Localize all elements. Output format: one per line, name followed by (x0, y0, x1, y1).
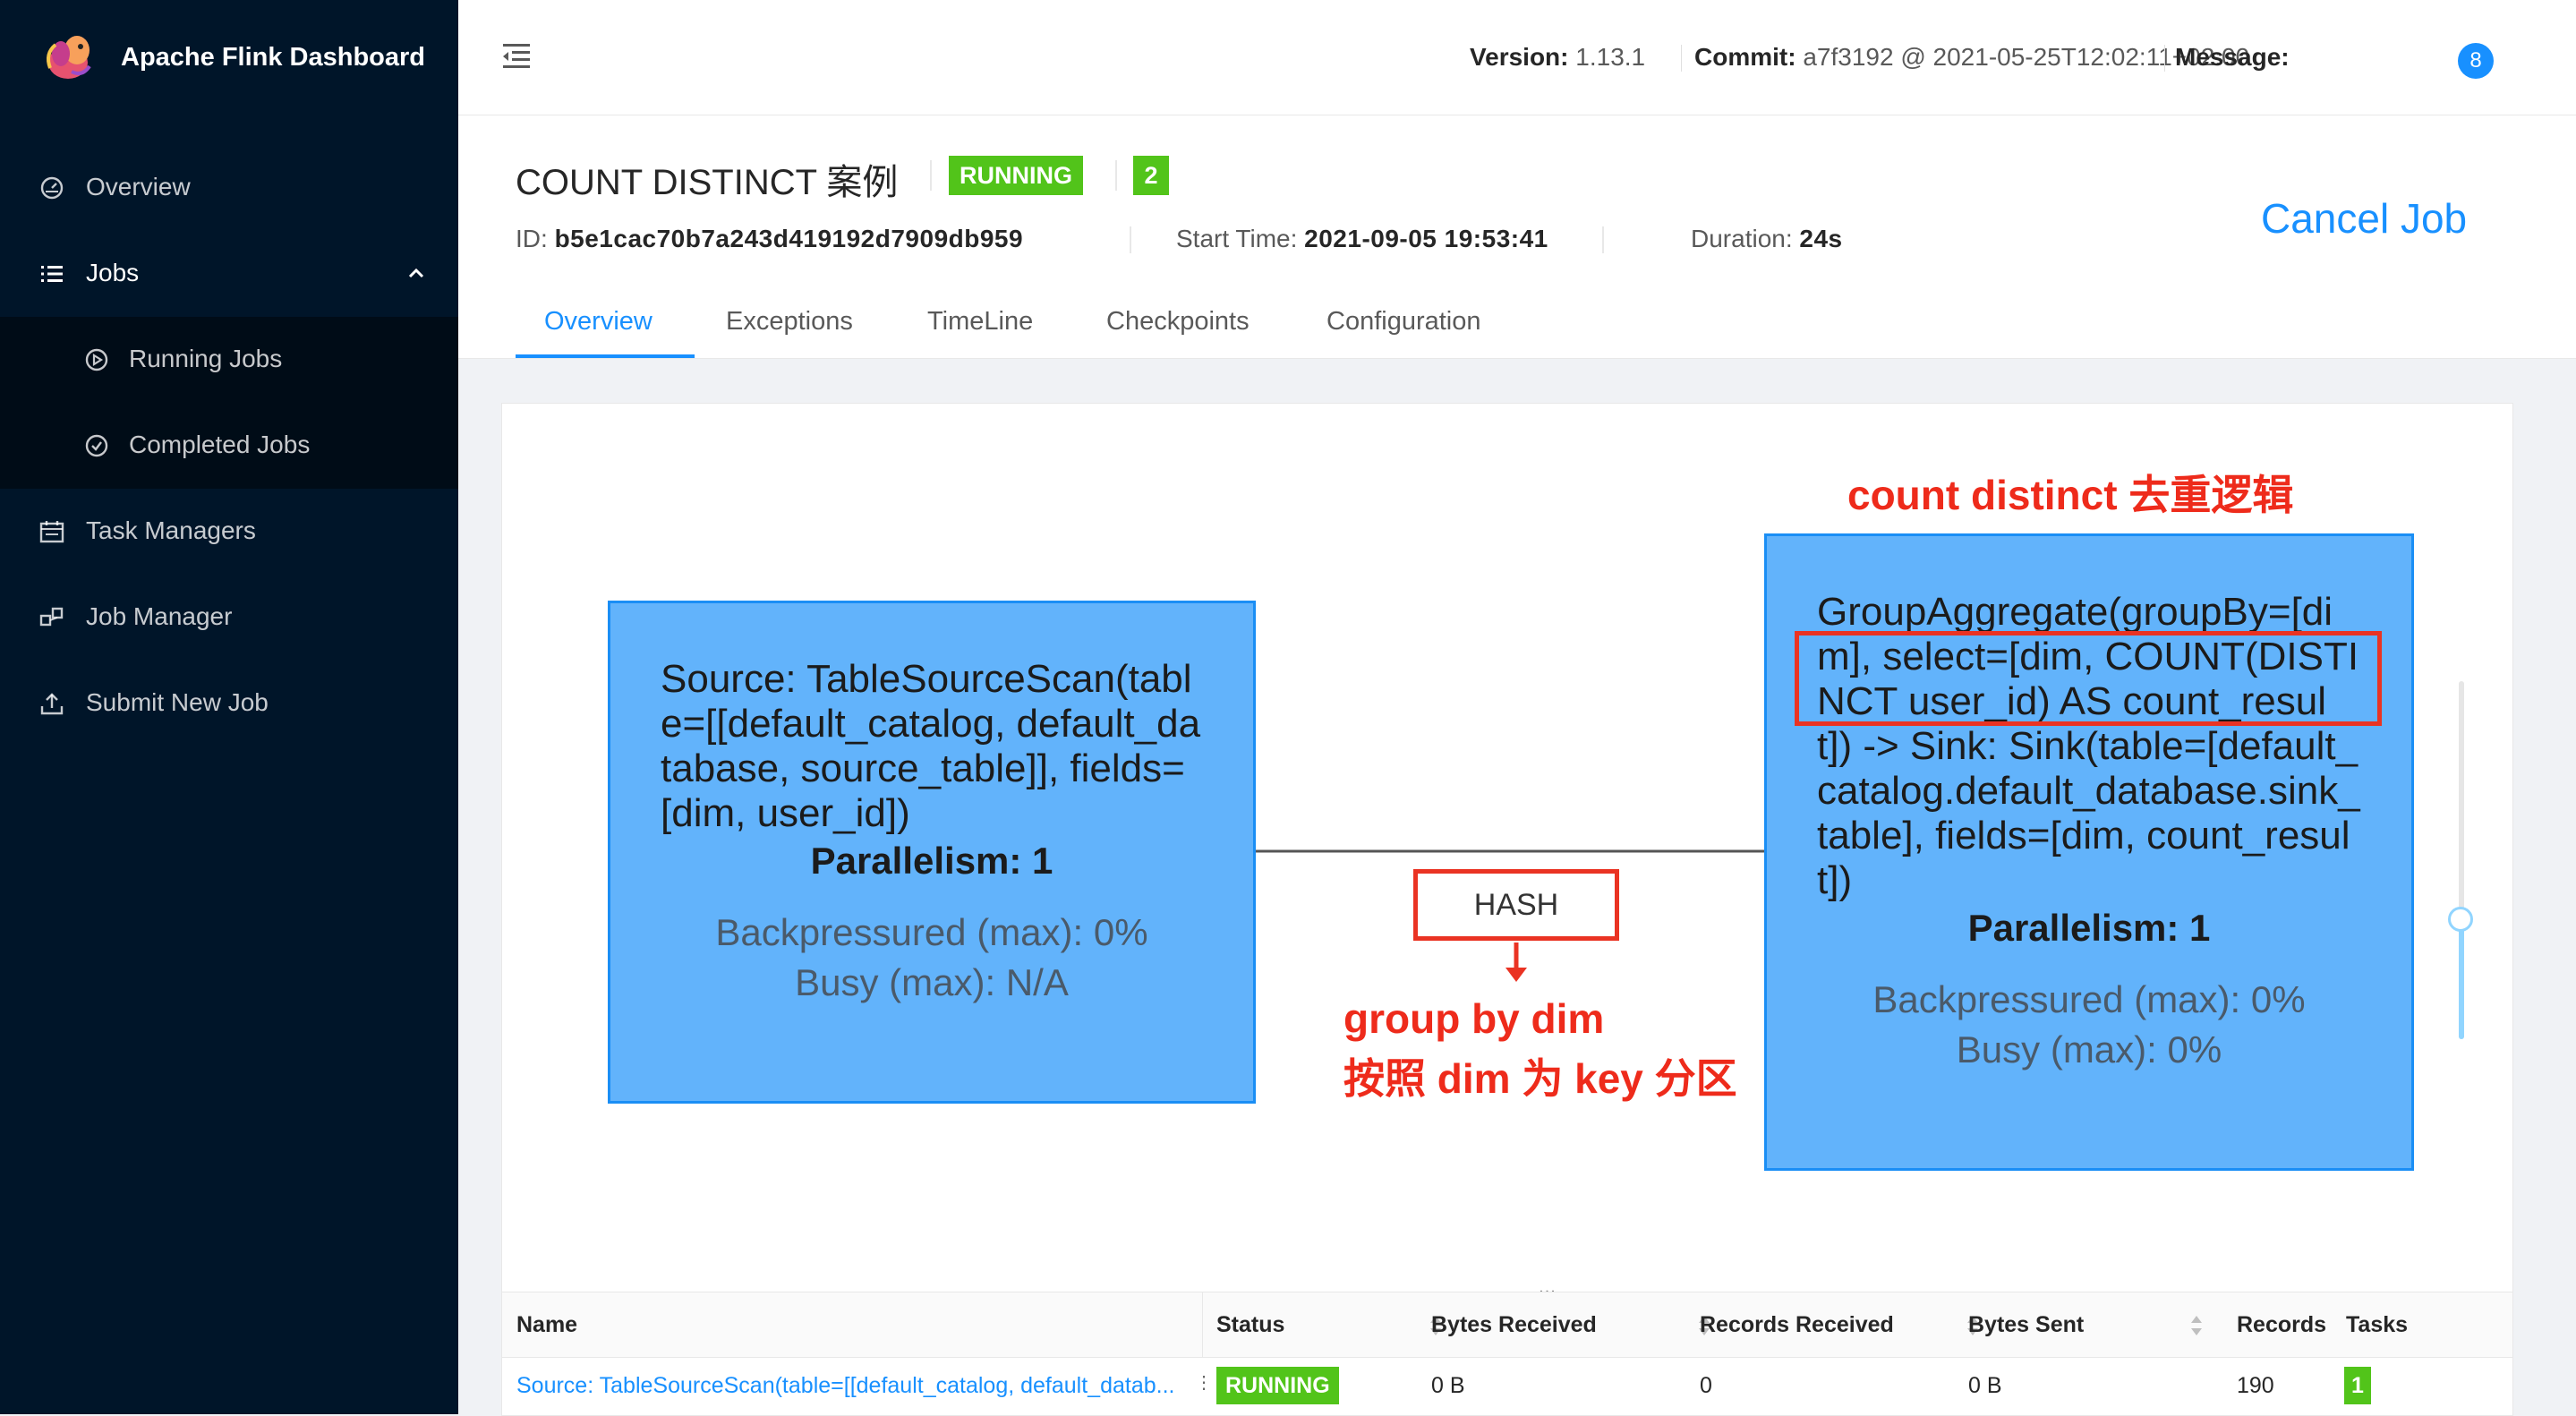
column-header-bytes-received[interactable]: Bytes Received (1431, 1292, 1646, 1357)
duration-value: 24s (1799, 225, 1843, 252)
version-info: Version: 1.13.1 (1470, 43, 1645, 72)
tab-configuration[interactable]: Configuration (1326, 307, 1481, 337)
divider (1681, 45, 1682, 72)
source-node[interactable]: Source: TableSourceScan(table=[[default_… (608, 601, 1256, 1104)
vertex-records-sent: 190 (2237, 1373, 2274, 1398)
menu-fold-icon[interactable] (501, 41, 532, 70)
vertex-table-header: Name Status Bytes Received Records Recei… (502, 1292, 2512, 1358)
job-id-value: b5e1cac70b7a243d419192d7909db959 (554, 225, 1024, 252)
divider (1602, 226, 1604, 253)
chevron-up-icon (408, 268, 424, 278)
sidebar-item-label: Jobs (86, 259, 140, 286)
agg-node-parallelism: Parallelism: 1 (1967, 907, 2211, 949)
down-arrow-icon (1506, 943, 1527, 982)
divider (1130, 226, 1131, 253)
column-divider (1202, 1292, 1203, 1357)
group-aggregate-node[interactable]: GroupAggregate(groupBy=[dim], select=[di… (1764, 533, 2414, 1171)
sidebar-item-label: Running Jobs (129, 345, 283, 372)
column-header-bytes-sent[interactable]: Bytes Sent (1968, 1292, 2174, 1357)
sort-icon[interactable] (2190, 1314, 2203, 1337)
sidebar: Apache Flink Dashboard Overview Jobs Run… (0, 0, 458, 1414)
job-duration: Duration: 24s (1691, 225, 1843, 253)
source-node-busy: Busy (max): N/A (795, 961, 1069, 1003)
row-drag-handle-icon[interactable]: ⋮ (1195, 1374, 1213, 1406)
vertex-records-received: 0 (1700, 1373, 1712, 1398)
top-header: Version: 1.13.1 Commit: a7f3192 @ 2021-0… (458, 0, 2576, 115)
source-node-description: Source: TableSourceScan(table=[[default_… (661, 657, 1201, 835)
divider (930, 160, 932, 191)
vertex-status-badge: RUNNING (1216, 1367, 1339, 1404)
sidebar-item-label: Completed Jobs (129, 431, 311, 458)
play-circle-icon (85, 348, 108, 371)
tab-timeline[interactable]: TimeLine (927, 307, 1033, 337)
dashboard-icon (40, 176, 64, 200)
agg-node-busy: Busy (max): 0% (1956, 1028, 2222, 1071)
column-header-name[interactable]: Name (516, 1292, 803, 1357)
jobs-submenu: Running Jobs Completed Jobs (0, 317, 458, 489)
job-id: ID: b5e1cac70b7a243d419192d7909db959 (516, 225, 1023, 253)
sidebar-item-completed-jobs[interactable]: Completed Jobs (0, 403, 458, 489)
commit-info: Commit: a7f3192 @ 2021-05-25T12:02:11+02… (1694, 43, 2249, 72)
tab-exceptions[interactable]: Exceptions (726, 307, 853, 337)
sidebar-item-label: Submit New Job (86, 688, 269, 716)
sidebar-item-label: Job Manager (86, 602, 233, 630)
tab-checkpoints[interactable]: Checkpoints (1106, 307, 1250, 337)
vertex-name-link[interactable]: Source: TableSourceScan(table=[[default_… (516, 1356, 1179, 1415)
version-label: Version: (1470, 43, 1569, 71)
tab-overview[interactable]: Overview (544, 307, 653, 337)
flink-squirrel-logo-icon (47, 36, 91, 79)
job-start-time: Start Time: 2021-09-05 19:53:41 (1176, 225, 1548, 253)
message-label: Message: (2175, 43, 2290, 71)
source-node-parallelism: Parallelism: 1 (810, 840, 1053, 882)
source-node-backpressured: Backpressured (max): 0% (715, 911, 1148, 953)
column-header-status[interactable]: Status (1216, 1292, 1395, 1357)
zoom-slider-fill (2459, 921, 2464, 1039)
sidebar-item-task-managers[interactable]: Task Managers (0, 489, 458, 575)
group-by-annotation: group by dim (1343, 995, 1605, 1042)
commit-label: Commit: (1694, 43, 1796, 71)
task-count-badge: 2 (1133, 156, 1169, 195)
sidebar-item-overview[interactable]: Overview (0, 145, 458, 231)
sidebar-item-jobs[interactable]: Jobs (0, 231, 458, 317)
brand[interactable]: Apache Flink Dashboard (0, 0, 458, 115)
sidebar-item-label: Overview (86, 173, 191, 200)
agg-node-backpressured: Backpressured (max): 0% (1872, 978, 2306, 1020)
list-icon (41, 266, 63, 282)
count-distinct-annotation: count distinct 去重逻辑 (1847, 472, 2294, 518)
divider (1115, 160, 1117, 191)
partition-annotation: 按照 dim 为 key 分区 (1343, 1055, 1737, 1102)
edge-label-hash: HASH (1413, 869, 1619, 941)
upload-icon (40, 693, 64, 715)
message-count-badge[interactable]: 8 (2458, 43, 2494, 79)
divider (2164, 45, 2165, 72)
column-header-records-sent[interactable]: Records Sent (2237, 1292, 2332, 1357)
check-circle-icon (85, 434, 108, 457)
job-id-label: ID: (516, 225, 548, 252)
schedule-icon (39, 521, 64, 543)
app-title: Apache Flink Dashboard (121, 43, 426, 72)
job-status-badge: RUNNING (949, 156, 1083, 195)
active-tab-indicator (516, 354, 695, 358)
sidebar-item-job-manager[interactable]: Job Manager (0, 575, 458, 661)
message-info[interactable]: Message: (2175, 43, 2290, 72)
job-title: COUNT DISTINCT 案例 (516, 163, 899, 202)
vertex-bytes-received: 0 B (1431, 1373, 1465, 1398)
zoom-slider-handle[interactable] (2448, 907, 2473, 932)
sidebar-item-running-jobs[interactable]: Running Jobs (0, 317, 458, 403)
sidebar-item-submit-new-job[interactable]: Submit New Job (0, 661, 458, 746)
cancel-job-button[interactable]: Cancel Job (2261, 194, 2467, 243)
sidebar-item-label: Task Managers (86, 516, 256, 544)
count-distinct-highlight (1795, 631, 2382, 726)
cluster-icon (39, 607, 64, 627)
start-time-value: 2021-09-05 19:53:41 (1304, 225, 1548, 252)
version-value: 1.13.1 (1575, 43, 1646, 71)
job-graph-card: Source: TableSourceScan(table=[[default_… (501, 403, 2513, 1416)
duration-label: Duration: (1691, 225, 1793, 252)
column-header-records-received[interactable]: Records Received (1700, 1292, 1932, 1357)
job-header: COUNT DISTINCT 案例 RUNNING 2 ID: b5e1cac7… (458, 115, 2576, 359)
start-time-label: Start Time: (1176, 225, 1298, 252)
vertex-tasks-badge: 1 (2344, 1367, 2371, 1404)
vertex-bytes-sent: 0 B (1968, 1373, 2002, 1398)
column-header-tasks[interactable]: Tasks (2346, 1292, 2453, 1357)
